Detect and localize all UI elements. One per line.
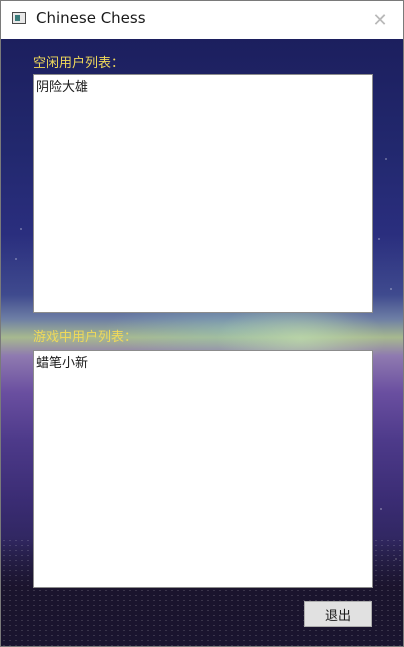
app-window: Chinese Chess ✕ 空闲用户列表： 阴险大雄 游戏中用户列表： 蜡笔… <box>0 0 404 647</box>
client-area: 空闲用户列表： 阴险大雄 游戏中用户列表： 蜡笔小新 退出 <box>1 39 403 646</box>
title-bar[interactable]: Chinese Chess ✕ <box>1 1 403 39</box>
app-window-icon <box>12 12 26 24</box>
close-icon[interactable]: ✕ <box>357 1 403 39</box>
exit-button[interactable]: 退出 <box>304 601 372 627</box>
idle-users-label: 空闲用户列表： <box>33 56 125 71</box>
playing-users-label: 游戏中用户列表： <box>33 330 138 345</box>
idle-users-list[interactable]: 阴险大雄 <box>33 74 373 313</box>
playing-users-list[interactable]: 蜡笔小新 <box>33 350 373 588</box>
list-item[interactable]: 蜡笔小新 <box>36 355 370 373</box>
list-item[interactable]: 阴险大雄 <box>36 79 370 97</box>
window-title: Chinese Chess <box>36 9 146 27</box>
